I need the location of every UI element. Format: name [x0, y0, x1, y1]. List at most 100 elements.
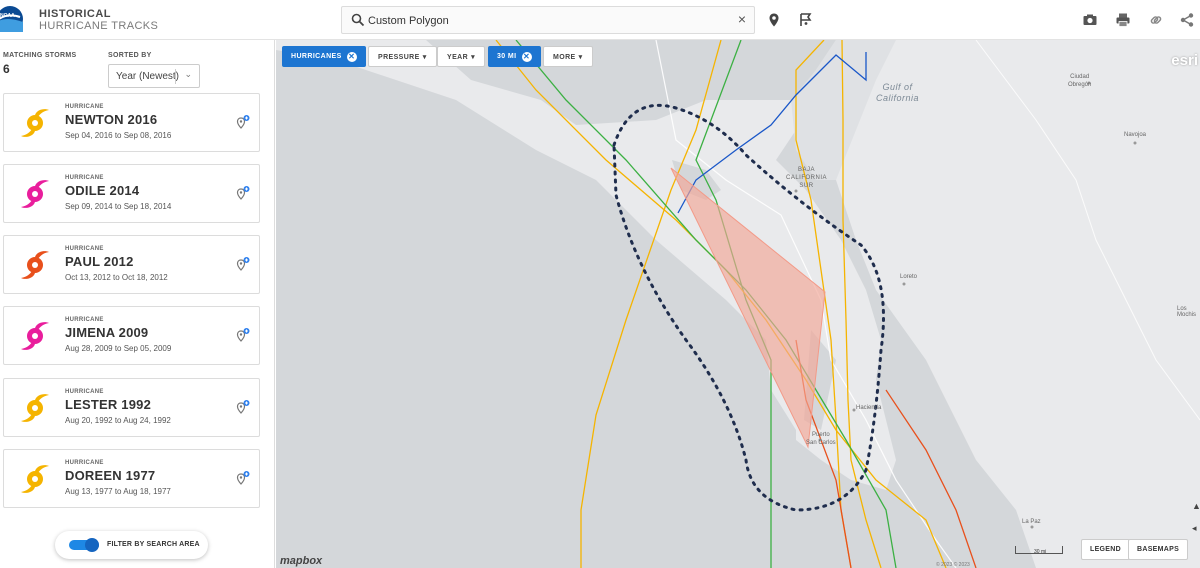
puerto-san-carlos-label: Puerto San Carlos — [806, 431, 836, 447]
hurricane-icon — [21, 109, 49, 137]
camera-icon[interactable] — [1082, 12, 1098, 28]
sorted-by-label: SORTED BY — [108, 52, 152, 59]
locate-track-icon[interactable] — [235, 327, 251, 343]
map-canvas[interactable] — [276, 40, 1200, 568]
storm-card[interactable]: HURRICANE ODILE 2014 Sep 09, 2014 to Sep 1… — [3, 164, 260, 223]
esri-attribution: esri — [1171, 52, 1198, 69]
label-line: Puerto — [812, 432, 830, 438]
storm-name: DOREEN 1977 — [65, 468, 156, 483]
locate-track-icon[interactable] — [235, 185, 251, 201]
los-mochis-label: Los Mochis — [1177, 306, 1197, 318]
storm-name: NEWTON 2016 — [65, 112, 158, 127]
gulf-label-line2: California — [876, 93, 920, 103]
search-input[interactable] — [368, 11, 718, 31]
chip-label: 30 MI — [497, 53, 517, 60]
close-icon[interactable]: ✕ — [521, 52, 532, 62]
storm-name: JIMENA 2009 — [65, 325, 149, 340]
chevron-down-icon: ⌄ — [184, 69, 192, 79]
storm-card[interactable]: HURRICANE LESTER 1992 Aug 20, 1992 to Aug … — [3, 378, 260, 437]
chip-label: PRESSURE — [378, 54, 420, 61]
noaa-logo[interactable]: NOAA — [0, 3, 24, 35]
storm-name: PAUL 2012 — [65, 254, 134, 269]
filter-chip-distance[interactable]: 30 MI ✕ — [488, 46, 541, 67]
storm-type: HURRICANE — [65, 317, 104, 323]
custom-area-flag-icon[interactable] — [798, 12, 814, 28]
gulf-of-california-label: Gulf of California — [876, 82, 919, 104]
storm-card[interactable]: HURRICANE JIMENA 2009 Aug 28, 2009 to Sep … — [3, 306, 260, 365]
hurricane-icon — [21, 465, 49, 493]
label-line: BAJA — [798, 167, 816, 173]
chevron-left-icon[interactable]: ◂ — [1192, 517, 1200, 539]
la-paz-label: La Paz — [1022, 519, 1041, 525]
storm-card[interactable]: HURRICANE DOREEN 1977 Aug 13, 1977 to Aug … — [3, 449, 260, 508]
logo-text: NOAA — [0, 13, 15, 19]
filter-chip-pressure[interactable]: PRESSURE ▾ — [368, 46, 437, 67]
loreto-label: Loreto — [900, 274, 918, 280]
storm-dates: Aug 13, 1977 to Aug 18, 1977 — [65, 487, 171, 496]
close-icon[interactable]: ✕ — [346, 52, 357, 62]
print-icon[interactable] — [1115, 12, 1131, 28]
hurricane-icon — [21, 394, 49, 422]
hurricane-icon — [21, 180, 49, 208]
map-view[interactable]: HURRICANES ✕ PRESSURE ▾ YEAR ▾ 30 MI ✕ MORE ▾… — [276, 40, 1200, 568]
storm-type: HURRICANE — [65, 460, 104, 466]
storm-dates: Oct 13, 2012 to Oct 18, 2012 — [65, 273, 168, 282]
chevron-up-icon[interactable]: ▲ — [1192, 495, 1200, 517]
sort-select-divider — [175, 69, 176, 84]
location-pin-icon[interactable] — [766, 12, 782, 28]
storm-type: HURRICANE — [65, 389, 104, 395]
storm-type: HURRICANE — [65, 246, 104, 252]
label-line: CALIFORNIA — [786, 175, 828, 181]
chip-label: MORE — [553, 54, 576, 61]
sidebar: MATCHING STORMS 6 SORTED BY Year (Newest… — [0, 40, 275, 568]
filter-chip-hurricanes[interactable]: HURRICANES ✕ — [282, 46, 366, 67]
locate-track-icon[interactable] — [235, 114, 251, 130]
storm-card[interactable]: HURRICANE NEWTON 2016 Sep 04, 2016 to Sep … — [3, 93, 260, 152]
mapbox-logo[interactable]: mapbox — [280, 555, 322, 567]
app-title-line2: HURRICANE TRACKS — [39, 20, 159, 32]
storm-dates: Aug 28, 2009 to Sep 05, 2009 — [65, 344, 172, 353]
label-line: San Carlos — [806, 440, 836, 446]
chevron-down-icon: ▾ — [578, 54, 583, 61]
matching-storms-label: MATCHING STORMS — [3, 52, 77, 59]
storm-dates: Sep 09, 2014 to Sep 18, 2014 — [65, 202, 172, 211]
ciudad-obregon-label: Ciudad Obregón — [1068, 73, 1091, 89]
storm-dates: Aug 20, 1992 to Aug 24, 1992 — [65, 416, 171, 425]
hurricane-icon — [21, 251, 49, 279]
city-dot — [1133, 141, 1137, 145]
locate-track-icon[interactable] — [235, 399, 251, 415]
filter-chip-year[interactable]: YEAR ▾ — [437, 46, 485, 67]
navojoa-label: Navojoa — [1124, 132, 1147, 138]
clear-search-icon[interactable]: × — [738, 11, 746, 27]
search-icon — [351, 13, 365, 27]
sort-select[interactable]: Year (Newest) ⌄ — [108, 64, 200, 88]
city-dot — [1030, 525, 1034, 529]
gulf-label-line1: Gulf of — [882, 82, 913, 92]
header-bar: NOAA HISTORICAL HURRICANE TRACKS × — [0, 0, 1200, 40]
app-root: NOAA HISTORICAL HURRICANE TRACKS × — [0, 0, 1200, 568]
map-side-controls[interactable]: ▲ ◂ — [1192, 495, 1200, 539]
app-title-line1: HISTORICAL — [39, 8, 112, 20]
search-box[interactable]: × — [341, 6, 755, 34]
storm-card[interactable]: HURRICANE PAUL 2012 Oct 13, 2012 to Oct 18… — [3, 235, 260, 294]
storm-dates: Sep 04, 2016 to Sep 08, 2016 — [65, 131, 172, 140]
filter-chip-more[interactable]: MORE ▾ — [543, 46, 593, 67]
storm-type: HURRICANE — [65, 175, 104, 181]
share-icon[interactable] — [1179, 12, 1195, 28]
locate-track-icon[interactable] — [235, 470, 251, 486]
filter-toggle-label: FILTER BY SEARCH AREA — [107, 541, 200, 548]
link-icon[interactable] — [1148, 12, 1164, 28]
label-line: Ciudad — [1070, 74, 1090, 80]
storm-name: ODILE 2014 — [65, 183, 140, 198]
hurricane-icon — [21, 322, 49, 350]
app-title: HISTORICAL HURRICANE TRACKS — [39, 8, 158, 32]
filter-by-search-area-toggle[interactable]: FILTER BY SEARCH AREA — [55, 531, 208, 559]
chevron-down-icon: ▾ — [422, 54, 427, 61]
scale-label: 30 mi — [1034, 549, 1047, 555]
basemaps-button[interactable]: BASEMAPS — [1128, 539, 1189, 560]
legend-button[interactable]: LEGEND — [1081, 539, 1130, 560]
locate-track-icon[interactable] — [235, 256, 251, 272]
toggle-knob[interactable] — [85, 538, 99, 552]
chip-label: YEAR — [447, 54, 469, 61]
hacienda-label: Hacienda — [856, 405, 882, 411]
